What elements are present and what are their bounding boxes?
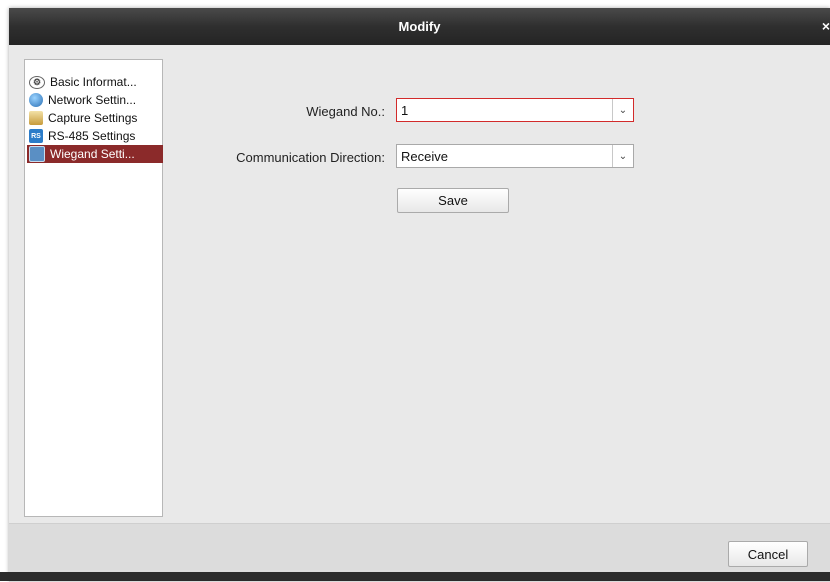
window-bottom-edge <box>0 572 830 581</box>
sidebar-item-label: Capture Settings <box>48 111 138 125</box>
sidebar-item-wiegand-settings[interactable]: Wiegand Setti... <box>27 145 163 163</box>
sidebar-item-basic-information[interactable]: ⚙ Basic Informat... <box>27 73 163 91</box>
chevron-down-icon[interactable]: ⌄ <box>612 145 633 167</box>
wiegand-no-value: 1 <box>401 103 409 118</box>
cancel-button[interactable]: Cancel <box>728 541 808 567</box>
close-icon[interactable]: × <box>822 18 830 34</box>
capture-icon <box>29 111 43 125</box>
chevron-down-icon[interactable]: ⌄ <box>612 99 633 121</box>
communication-direction-value: Receive <box>401 149 448 164</box>
sidebar-item-label: RS-485 Settings <box>48 129 136 143</box>
rs485-icon: RS <box>29 129 43 143</box>
wiegand-no-select[interactable]: 1 ⌄ <box>396 98 634 122</box>
settings-sidebar: ⚙ Basic Informat... Network Settin... Ca… <box>24 59 163 517</box>
info-icon: ⚙ <box>29 75 45 89</box>
network-icon <box>29 93 43 107</box>
sidebar-item-capture-settings[interactable]: Capture Settings <box>27 109 163 127</box>
wiegand-no-label: Wiegand No.: <box>306 104 385 119</box>
title-bar[interactable]: Modify × <box>9 8 830 45</box>
dialog-title: Modify <box>398 19 441 34</box>
communication-direction-select[interactable]: Receive ⌄ <box>396 144 634 168</box>
sidebar-item-label: Basic Informat... <box>50 75 137 89</box>
sidebar-item-rs485-settings[interactable]: RS RS-485 Settings <box>27 127 163 145</box>
sidebar-item-label: Wiegand Setti... <box>50 147 135 161</box>
save-button[interactable]: Save <box>397 188 509 213</box>
wiegand-icon <box>29 146 45 162</box>
modify-dialog: Modify × ⚙ Basic Informat... Network Set… <box>9 8 830 582</box>
sidebar-item-network-settings[interactable]: Network Settin... <box>27 91 163 109</box>
communication-direction-label: Communication Direction: <box>236 150 385 165</box>
sidebar-item-label: Network Settin... <box>48 93 137 107</box>
